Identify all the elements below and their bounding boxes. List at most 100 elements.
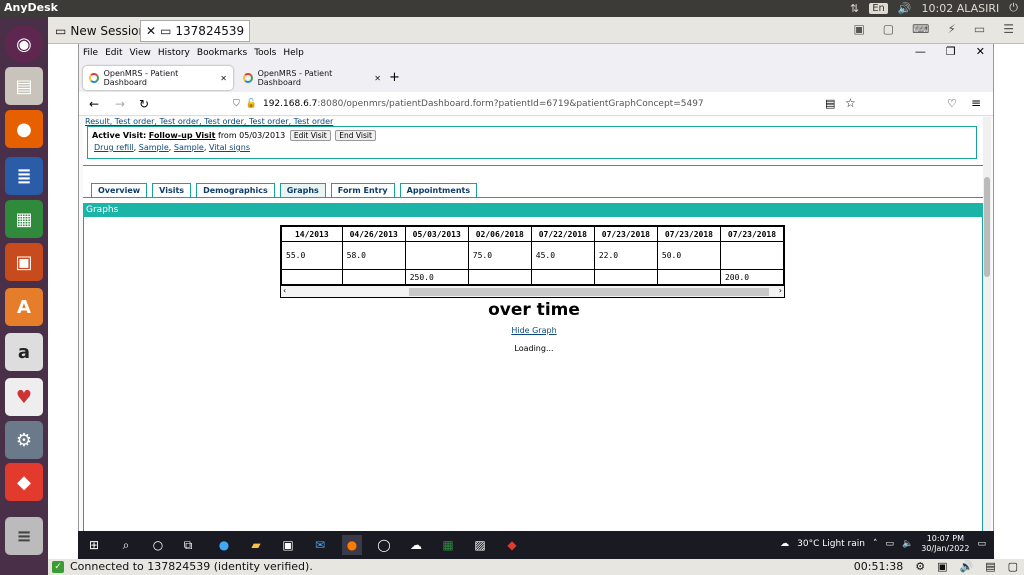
disk-icon[interactable]: ≡: [5, 517, 43, 555]
new-tab-icon[interactable]: +: [389, 70, 400, 85]
browser-tab-1[interactable]: OpenMRS - Patient Dashboard ✕: [83, 66, 233, 90]
menu-bookmarks[interactable]: Bookmarks: [197, 48, 247, 58]
clipboard-icon[interactable]: ▤: [985, 560, 995, 573]
network-icon[interactable]: ⇅: [850, 2, 859, 15]
app-icon[interactable]: ◯: [374, 535, 394, 555]
menu-help[interactable]: Help: [283, 48, 304, 58]
anydesk-taskbar-icon[interactable]: ◆: [502, 535, 522, 555]
tab-appointments[interactable]: Appointments: [399, 183, 478, 197]
weather-text[interactable]: 30°C Light rain: [797, 539, 865, 549]
scrollbar-thumb[interactable]: [409, 288, 769, 296]
menu-icon[interactable]: ☰: [1003, 22, 1014, 36]
hide-graph-link[interactable]: Hide Graph: [511, 326, 556, 335]
pocket-icon[interactable]: ♡: [947, 97, 957, 110]
chat-icon[interactable]: ▢: [1008, 560, 1018, 573]
encounter-link-drug-refill[interactable]: Drug refill: [94, 143, 134, 152]
volume-icon[interactable]: 🔊: [898, 2, 912, 15]
obs-links[interactable]: Result, Test order, Test order, Test ord…: [85, 117, 333, 126]
store-icon[interactable]: ▣: [278, 535, 298, 555]
keyboard-icon[interactable]: ⌨: [912, 22, 929, 36]
solitaire-icon[interactable]: ♥: [5, 378, 43, 416]
minimize-icon[interactable]: —: [915, 45, 926, 58]
menu-icon[interactable]: ≡: [971, 96, 981, 110]
tray-chevron-icon[interactable]: ˄: [873, 539, 878, 549]
maximize-icon[interactable]: ❐: [946, 45, 956, 58]
settings-icon[interactable]: ⚙: [915, 560, 925, 573]
end-visit-button[interactable]: End Visit: [335, 130, 376, 141]
encounter-link-sample[interactable]: Sample: [139, 143, 169, 152]
anydesk-tab-new-session[interactable]: ▭ New Session: [50, 20, 151, 42]
taskbar-clock[interactable]: 10:07 PM 30/Jan/2022: [921, 534, 969, 554]
menu-edit[interactable]: Edit: [105, 48, 122, 58]
url-bar[interactable]: ⛉ 🔓 192.168.6.7:8080/openmrs/patientDash…: [227, 95, 867, 113]
shield-icon[interactable]: ⛉: [233, 99, 240, 109]
software-center-icon[interactable]: A: [5, 288, 43, 326]
close-tab-icon[interactable]: ✕: [374, 74, 381, 83]
network-icon[interactable]: ▭: [885, 539, 894, 549]
speaker-icon[interactable]: 🔊: [959, 560, 973, 573]
remote-desktop[interactable]: File Edit View History Bookmarks Tools H…: [48, 44, 1024, 559]
scrollbar-thumb[interactable]: [984, 177, 990, 277]
anydesk-tab-session[interactable]: ✕ ▭ 137824539: [140, 20, 251, 42]
edit-visit-button[interactable]: Edit Visit: [289, 130, 331, 141]
cloud-app-icon[interactable]: ☁: [406, 535, 426, 555]
impress-icon[interactable]: ▣: [5, 243, 43, 281]
actions-icon[interactable]: ⚡: [947, 22, 955, 36]
tab-graphs[interactable]: Graphs: [279, 183, 326, 197]
display-icon[interactable]: ▣: [937, 560, 947, 573]
cortana-icon[interactable]: ○: [148, 535, 168, 555]
back-icon[interactable]: ←: [89, 97, 99, 111]
tab-demographics[interactable]: Demographics: [196, 183, 275, 197]
tab-overview[interactable]: Overview: [91, 183, 148, 197]
amazon-icon[interactable]: a: [5, 333, 43, 371]
firefox-taskbar-icon[interactable]: ●: [342, 535, 362, 555]
reader-view-icon[interactable]: ▤: [825, 97, 835, 110]
menu-tools[interactable]: Tools: [254, 48, 276, 58]
volume-icon[interactable]: 🔈: [902, 539, 913, 549]
browser-tab-2[interactable]: OpenMRS - Patient Dashboard ✕: [237, 66, 387, 90]
notifications-icon[interactable]: ▭: [977, 539, 986, 549]
close-tab-icon[interactable]: ✕: [220, 74, 227, 83]
page-vertical-scrollbar[interactable]: [983, 117, 991, 531]
menu-history[interactable]: History: [158, 48, 190, 58]
close-icon[interactable]: ✕: [146, 24, 156, 38]
edge-icon[interactable]: ●: [214, 535, 234, 555]
scroll-right-icon[interactable]: ›: [779, 286, 782, 295]
encounter-link-vital-signs[interactable]: Vital signs: [209, 143, 250, 152]
keyboard-layout-indicator[interactable]: En: [869, 2, 888, 14]
encounter-link-sample[interactable]: Sample: [174, 143, 204, 152]
anydesk-icon[interactable]: ◆: [5, 463, 43, 501]
task-view-icon[interactable]: ⧉: [178, 535, 198, 555]
file-explorer-icon[interactable]: ▰: [246, 535, 266, 555]
writer-icon[interactable]: ≣: [5, 157, 43, 195]
menu-file[interactable]: File: [83, 48, 98, 58]
display-icon[interactable]: ▣: [853, 22, 864, 36]
excel-icon[interactable]: ▦: [438, 535, 458, 555]
weather-icon[interactable]: ☁: [780, 539, 789, 549]
forward-icon[interactable]: →: [115, 97, 125, 111]
firefox-icon[interactable]: ●: [5, 110, 43, 148]
calc-icon[interactable]: ▦: [5, 200, 43, 238]
clock-user[interactable]: 10:02 ALASIRI: [922, 2, 1000, 15]
table-cell: [719, 241, 785, 270]
visit-type-link[interactable]: Follow-up Visit: [149, 131, 216, 140]
settings-icon[interactable]: ⚙: [5, 421, 43, 459]
bookmark-star-icon[interactable]: ☆: [845, 96, 856, 110]
search-icon[interactable]: ⌕: [116, 535, 136, 555]
scroll-left-icon[interactable]: ‹: [283, 286, 286, 295]
power-icon[interactable]: ⏻: [1009, 1, 1018, 15]
tab-visits[interactable]: Visits: [152, 183, 192, 197]
windows-start-icon[interactable]: ⊞: [84, 535, 104, 555]
close-icon[interactable]: ✕: [976, 45, 985, 58]
menu-view[interactable]: View: [130, 48, 151, 58]
photos-icon[interactable]: ▨: [470, 535, 490, 555]
window-icon[interactable]: ▭: [974, 22, 985, 36]
tab-form-entry[interactable]: Form Entry: [330, 183, 395, 197]
ubuntu-logo-icon[interactable]: ◉: [5, 25, 43, 63]
files-icon[interactable]: ▤: [5, 67, 43, 105]
table-horizontal-scrollbar[interactable]: ‹ ›: [281, 285, 784, 297]
chat-icon[interactable]: ▢: [883, 22, 894, 36]
mail-icon[interactable]: ✉: [310, 535, 330, 555]
reload-icon[interactable]: ↻: [139, 97, 149, 111]
lock-warning-icon[interactable]: 🔓: [246, 99, 257, 109]
